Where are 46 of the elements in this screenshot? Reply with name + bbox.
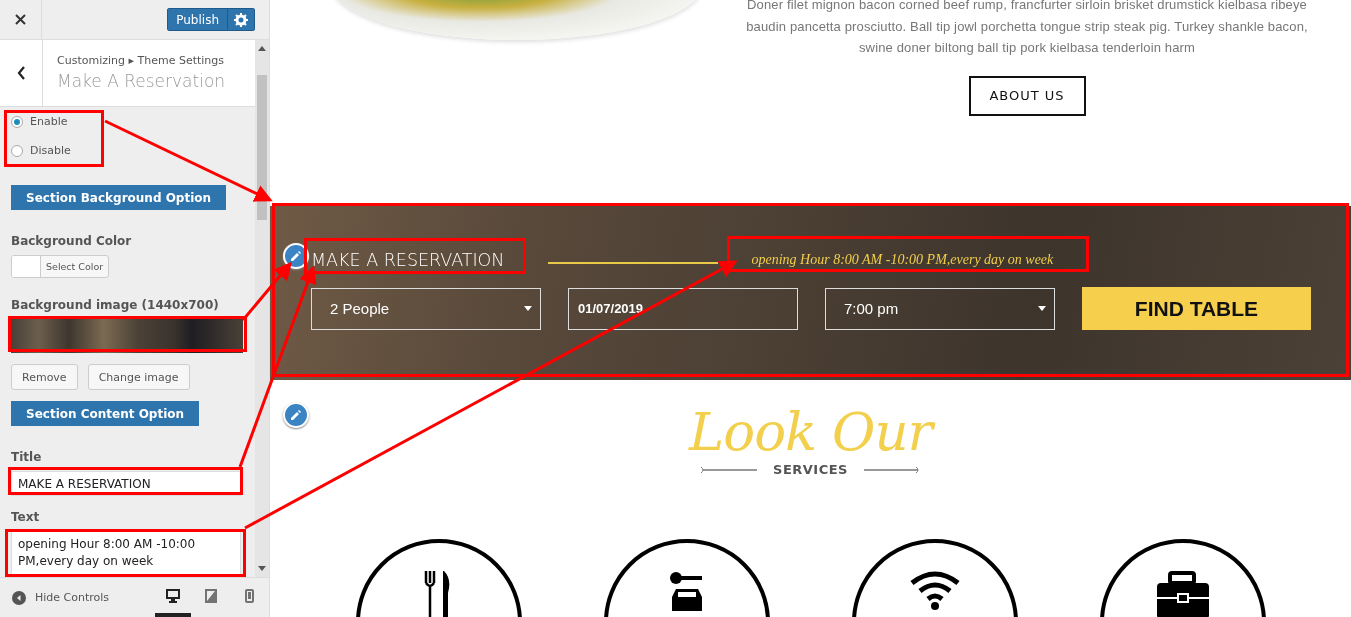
section-button[interactable]: Section Content Option [11, 401, 200, 426]
hide-controls-button[interactable]: Hide Controls [12, 590, 110, 605]
radio-button[interactable] [11, 144, 23, 157]
field-label: Background Color [11, 234, 133, 248]
image-button[interactable]: Change image [87, 364, 190, 390]
gear-icon [234, 12, 248, 27]
radio-label: Disable [30, 144, 71, 157]
scroll-up-icon[interactable] [258, 46, 266, 51]
field-label: Background image (1440x700) [11, 298, 220, 312]
divider-ornament-icon [861, 464, 920, 475]
section-button[interactable]: Section Background Option [11, 185, 227, 210]
phone-icon [244, 588, 254, 603]
scroll-down-icon[interactable] [258, 566, 266, 571]
settings-button[interactable] [228, 8, 255, 31]
divider-ornament-icon [701, 464, 760, 475]
opening-hours-text: opening Hour 8:00 AM -10:00 PM,every day on week [751, 252, 1054, 268]
desktop-icon [166, 588, 180, 603]
title-input[interactable]: MAKE A RESERVATION [11, 471, 241, 496]
scrollbar-thumb[interactable] [257, 75, 267, 220]
collapse-icon [12, 590, 26, 605]
field-label: Text [11, 510, 41, 524]
about-paragraph: Doner filet mignon bacon corned beef rump, francfurter sirloin brisket drumstick kielbasa ribeye baudin pancetta prosciutto. Ball tip jowl porchetta tongue strip steak pig. Turkey shankle bacon, swine doner biltong ball tip pork kielbasa tenderloin harm [745, 0, 1309, 57]
pencil-icon [290, 250, 302, 262]
radio-label: Enable [30, 115, 68, 128]
section-title: Make A Reservation [57, 71, 226, 91]
edit-shortcut-button[interactable] [283, 402, 309, 428]
pencil-icon [290, 409, 302, 421]
radio-button[interactable] [11, 115, 23, 128]
reservation-title: MAKE A RESERVATION [311, 250, 505, 270]
caret-down-icon [524, 306, 532, 311]
publish-button[interactable]: Publish [167, 8, 228, 31]
text-area[interactable]: opening Hour 8:00 AM -10:00 PM,every day on week [11, 531, 241, 577]
tablet-icon [205, 588, 217, 603]
time-select[interactable]: 7:00 pm [825, 287, 1055, 330]
about-us-button[interactable]: ABOUT US [968, 75, 1086, 116]
wifi-icon [908, 571, 961, 611]
color-picker-button[interactable]: Select Color [11, 255, 110, 278]
party-size-select[interactable]: 2 People [311, 287, 541, 330]
find-table-button[interactable]: FIND TABLE [1082, 287, 1311, 330]
breadcrumb: Customizing ▸ Theme Settings [57, 54, 226, 67]
close-icon[interactable] [15, 14, 26, 25]
image-button[interactable]: Remove [11, 364, 78, 390]
field-label: Title [11, 450, 43, 464]
services-subheading: SERVICES [773, 462, 848, 477]
caret-down-icon [1038, 306, 1046, 311]
date-field[interactable]: 01/07/2019 [568, 287, 798, 330]
